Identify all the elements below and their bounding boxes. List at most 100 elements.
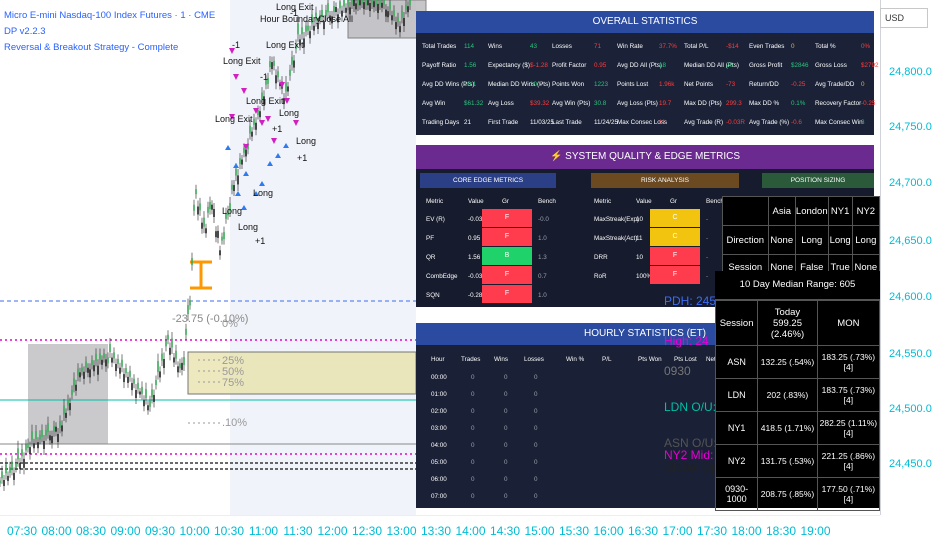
metric-name: QR [426,254,436,261]
indicator-version[interactable]: DP v2.2.3 [4,26,46,37]
session-cell: Asia [767,196,796,226]
candle-body [385,9,387,17]
candle-body [65,412,67,418]
price-axis[interactable]: 24,800.00 24,750.00 24,700.00 24,650.00 24,6… [880,0,932,515]
candle-body [179,363,181,369]
stat-label: Losses [552,43,572,50]
candle-body [131,383,133,391]
pct-10-label: .10% [222,417,248,429]
stat-label: Even Trades [749,43,785,50]
time-tick-label: 18:00 [731,524,762,538]
system-quality-title: ⚡ SYSTEM QUALITY & EDGE METRICS [416,145,874,169]
time-tick-label: 17:00 [662,524,693,538]
stat-value: -$14 [726,43,739,50]
candle-body [361,0,363,4]
stat-value: 11/24/25 [594,119,619,126]
candle-body [27,443,29,449]
time-tick-label: 10:30 [213,524,245,538]
currency-selector[interactable]: USD [880,8,928,28]
candle-body [39,434,41,440]
candle-body [157,361,159,373]
candle-body [259,111,261,118]
hourly-cell: 0 [471,374,475,381]
candle-body [291,56,293,65]
candle-body [71,389,73,395]
candle-body [393,10,395,17]
metric-benchmark: 1.0 [538,292,547,299]
metric-name: PF [426,235,435,242]
stat-value: 71 [594,43,602,50]
hourly-cell: 0 [504,459,508,466]
strategy-name[interactable]: Reversal & Breakout Strategy - Complete [4,42,178,53]
hourly-cell: 0 [471,459,475,466]
candle-body [351,0,353,5]
metric-value: 10 [636,254,644,261]
stat-label: Avg Win (Pts) [552,100,591,107]
hourly-cell: 0 [534,391,538,398]
range-cell: NY2 [714,444,759,478]
stat-value: -0.25 [861,100,876,107]
time-axis[interactable]: 07:30 08:00 08:30 09:00 09:30 10:00 10:30 11:00… [0,515,880,550]
stat-value: -0.03R [726,119,745,126]
overall-statistics-panel: OVERALL STATISTICS Total Trades 114 Wins 43… [416,11,879,135]
time-tick-label: 08:30 [75,524,107,538]
session-cell: NY2 [851,196,881,226]
stat-label: Max DD % [749,100,780,107]
long-label: Long [279,108,300,118]
session-cell: NY1 [827,196,853,226]
stat-value: 37.7% [659,43,677,50]
stat-label: Return/DD [749,81,779,88]
stat-value: 1223 [594,81,609,88]
price-tick-label: 24,550.00 [889,348,932,360]
stat-value: $-1.28 [530,62,548,69]
candle-body [7,475,9,481]
instrument-title[interactable]: Micro E-mini Nasdaq-100 Index Futures · … [4,10,215,21]
session-cell [722,196,769,226]
time-tick-label: 18:30 [765,524,797,538]
candle-body [31,431,33,441]
candle-body [43,441,45,449]
hourly-header: Hour [431,356,445,363]
metric-name: CombEdge [426,273,458,280]
stat-value: 10.5 [530,81,543,88]
candle-body [399,26,401,33]
minus-one-label: -1 [290,8,299,18]
stat-value: 19.7 [659,100,672,107]
candle-body [17,448,19,460]
stat-label: Recovery Factor [815,100,862,107]
metric-value: 0.95 [468,235,481,242]
tab-core-edge-metrics[interactable]: CORE EDGE METRICS [420,173,556,188]
tab-position-sizing[interactable]: POSITION SIZING [762,173,874,188]
session-row: Asia London NY1 NY2 [722,196,881,226]
candle-body [191,258,193,266]
candle-body [113,352,115,359]
hourly-cell: 0 [534,459,538,466]
long-label: Long [222,206,243,216]
price-tick-label: 24,450.00 [889,458,932,470]
hourly-header: Trades [461,356,481,363]
session-cell: Long [851,225,881,255]
hourly-cell: 0 [471,493,475,500]
trading-chart-window: Micro E-mini Nasdaq-100 Index Futures · … [0,0,932,550]
candle-body [181,362,183,370]
price-tick-label: 24,650.00 [889,235,932,247]
stat-label: First Trade [488,119,519,126]
tab-risk-analysis[interactable]: RISK ANALYSIS [591,173,739,188]
candle-body [271,62,273,70]
candle-body [33,443,35,449]
candle-body [239,158,241,165]
metric-header: Gr [670,198,677,205]
candle-body [403,18,405,26]
candle-body [371,0,373,5]
stat-value: 0 [861,81,865,88]
time-tick-label: 15:00 [524,524,555,538]
range-row: NY2 131.75 (.53%) 221.25 (.86%) [4] [714,444,881,478]
candle-body [45,429,47,436]
candle-body [269,61,271,68]
time-tick-label: 17:30 [696,524,728,538]
metric-header: Metric [426,198,444,205]
stat-label: Trading Days [422,119,460,126]
candle-body [243,147,245,153]
candle-body [197,206,199,215]
candle-body [147,405,149,411]
